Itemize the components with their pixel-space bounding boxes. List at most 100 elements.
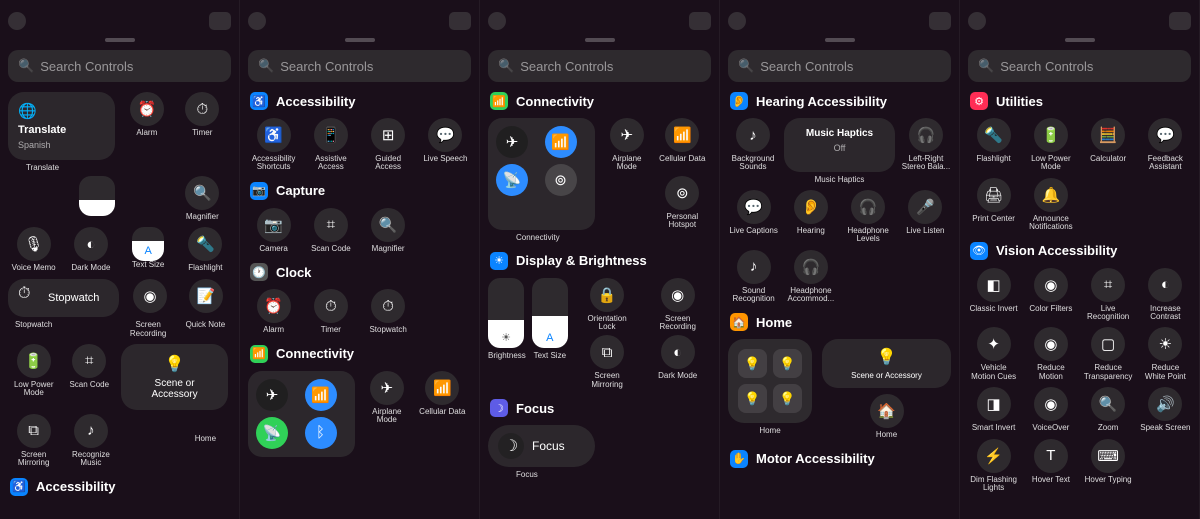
screen-recording-tile[interactable]: ◉Screen Recording <box>644 278 711 332</box>
translate-small: Translate <box>26 163 231 172</box>
text-size-tile[interactable]: AText Size <box>123 227 174 272</box>
speak-screen-tile[interactable]: 🔊Speak Screen <box>1140 387 1191 432</box>
magnifier-tile[interactable]: 🔍Magnifier <box>363 208 414 253</box>
voice-memo-tile[interactable]: 🎙Voice Memo <box>8 227 59 272</box>
screen-record-tile[interactable]: ◉ <box>125 279 175 317</box>
stopwatch-tile[interactable]: ⏱Stopwatch <box>363 289 414 334</box>
focus-pill[interactable]: ☽ Focus <box>488 425 595 467</box>
slider-1[interactable] <box>79 176 115 216</box>
announce-tile[interactable]: 🔔Announce Notifications <box>1025 178 1076 232</box>
screen-mirror-tile[interactable]: ⧉Screen Mirroring <box>8 414 59 468</box>
search-field[interactable]: 🔍Search Controls <box>248 50 471 82</box>
low-power-tile[interactable]: 🔋Low Power Mode <box>8 344 60 410</box>
vision-icon: 👁 <box>970 242 988 260</box>
live-captions-tile[interactable]: 💬Live Captions <box>728 190 779 244</box>
scan-code-tile[interactable]: ⌗Scan Code <box>64 344 116 410</box>
reduce-transparency-tile[interactable]: ▢Reduce Transparency <box>1083 327 1134 381</box>
flashlight-tile[interactable]: 🔦Flashlight <box>968 118 1019 172</box>
reduce-white-point-tile[interactable]: ☀Reduce White Point <box>1140 327 1191 381</box>
cellular-toggle[interactable]: 📶 <box>305 379 337 411</box>
utilities-icon: ⚙ <box>970 92 988 110</box>
guided-access-tile[interactable]: ⊞Guided Access <box>363 118 414 172</box>
translate-card[interactable]: 🌐 Translate Spanish <box>8 92 115 160</box>
search-icon: 🔍 <box>18 58 34 74</box>
assistive-access-tile[interactable]: 📱Assistive Access <box>305 118 356 172</box>
home-grid-tile[interactable]: 💡💡💡💡 <box>728 339 812 423</box>
search-field[interactable]: 🔍 Search Controls <box>8 50 231 82</box>
airdrop-toggle[interactable]: ⊚ <box>545 164 577 196</box>
smart-invert-tile[interactable]: ◨Smart Invert <box>968 387 1019 432</box>
calculator-tile[interactable]: 🧮Calculator <box>1083 118 1134 172</box>
accessibility-icon: ♿ <box>10 478 28 496</box>
feedback-tile[interactable]: 💬Feedback Assistant <box>1140 118 1191 172</box>
grabber[interactable] <box>345 38 375 42</box>
screen-mirroring-tile[interactable]: ⧉Screen Mirroring <box>574 335 641 389</box>
hover-typing-tile[interactable]: ⌨Hover Typing <box>1083 439 1134 493</box>
print-center-tile[interactable]: 🖨Print Center <box>968 178 1019 232</box>
search-icon: 🔍 <box>498 58 514 74</box>
bluetooth-toggle[interactable]: ᛒ <box>305 417 337 449</box>
dark-mode-tile[interactable]: ◐Dark Mode <box>644 335 711 389</box>
hearing-tile[interactable]: 👂Hearing <box>785 190 836 244</box>
live-listen-tile[interactable]: 🎤Live Listen <box>900 190 951 244</box>
headphone-levels-tile[interactable]: 🎧Headphone Levels <box>843 190 894 244</box>
connectivity-cluster[interactable]: ✈ 📶 📡 ᛒ <box>248 371 355 457</box>
quick-note-tile[interactable]: 📝 <box>181 279 231 317</box>
flashlight-tile[interactable]: 🔦Flashlight <box>180 227 231 272</box>
live-recognition-tile[interactable]: ⌗Live Recognition <box>1083 268 1134 322</box>
pill-left[interactable] <box>8 12 26 30</box>
headphone-accommod-tile[interactable]: 🎧Headphone Accommod... <box>785 250 836 304</box>
cellular-data-tile[interactable]: 📶Cellular Data <box>417 371 469 457</box>
zoom-tile[interactable]: 🔍Zoom <box>1083 387 1134 432</box>
scene-card[interactable]: 💡 Scene or Accessory <box>121 344 228 410</box>
grabber[interactable] <box>585 38 615 42</box>
recognize-music-tile[interactable]: ♪Recognize Music <box>65 414 116 468</box>
live-speech-tile[interactable]: 💬Live Speech <box>420 118 471 172</box>
classic-invert-tile[interactable]: ◧Classic Invert <box>968 268 1019 322</box>
stopwatch-card[interactable]: ⏱ Stopwatch <box>8 279 119 317</box>
cellular-toggle[interactable]: 📶 <box>545 126 577 158</box>
grabber[interactable] <box>105 38 135 42</box>
accessibility-shortcuts-tile[interactable]: ♿Accessibility Shortcuts <box>248 118 299 172</box>
search-field[interactable]: 🔍Search Controls <box>488 50 711 82</box>
home-tile[interactable]: 🏠Home <box>822 394 951 439</box>
vehicle-motion-tile[interactable]: ✦Vehicle Motion Cues <box>968 327 1019 381</box>
orientation-lock-tile[interactable]: 🔒Orientation Lock <box>574 278 641 332</box>
alarm-tile[interactable]: ⏰Alarm <box>248 289 299 334</box>
brightness-slider[interactable]: ☀ <box>488 278 524 348</box>
dim-flashing-tile[interactable]: ⚡Dim Flashing Lights <box>968 439 1019 493</box>
hotspot-tile[interactable]: ⊚Personal Hotspot <box>657 176 709 230</box>
magnifier-tile[interactable]: 🔍Magnifier <box>177 176 229 221</box>
dark-mode-tile[interactable]: ◐Dark Mode <box>65 227 116 272</box>
reduce-motion-tile[interactable]: ◉Reduce Motion <box>1025 327 1076 381</box>
grabber[interactable] <box>1065 38 1095 42</box>
music-haptics-card[interactable]: Music Haptics Off <box>784 118 895 172</box>
text-size-slider[interactable]: A <box>532 278 568 348</box>
airplane-toggle[interactable]: ✈ <box>496 126 528 158</box>
airplane-mode-tile[interactable]: ✈Airplane Mode <box>601 118 653 172</box>
scan-code-tile[interactable]: ⌗Scan Code <box>305 208 356 253</box>
wifi-toggle[interactable]: 📡 <box>256 417 288 449</box>
increase-contrast-tile[interactable]: ◐Increase Contrast <box>1140 268 1191 322</box>
hover-text-tile[interactable]: THover Text <box>1025 439 1076 493</box>
background-sounds-tile[interactable]: ♪Background Sounds <box>728 118 778 172</box>
connectivity-cluster[interactable]: ✈ 📶 📡 ⊚ <box>488 118 595 230</box>
search-field[interactable]: 🔍Search Controls <box>728 50 951 82</box>
alarm-tile[interactable]: ⏰Alarm <box>121 92 173 160</box>
airplane-mode-tile[interactable]: ✈Airplane Mode <box>361 371 413 457</box>
voiceover-tile[interactable]: ◉VoiceOver <box>1025 387 1076 432</box>
scene-accessory-card[interactable]: 💡 Scene or Accessory <box>822 339 951 388</box>
search-field[interactable]: 🔍Search Controls <box>968 50 1191 82</box>
low-power-tile[interactable]: 🔋Low Power Mode <box>1025 118 1076 172</box>
stereo-balance-tile[interactable]: 🎧Left-Right Stereo Bala... <box>901 118 951 172</box>
timer-tile[interactable]: ⏱Timer <box>305 289 356 334</box>
sound-recognition-tile[interactable]: ♪Sound Recognition <box>728 250 779 304</box>
pill-right[interactable] <box>209 12 231 30</box>
cellular-data-tile[interactable]: 📶Cellular Data <box>657 118 709 172</box>
airplane-toggle[interactable]: ✈ <box>256 379 288 411</box>
camera-tile[interactable]: 📷Camera <box>248 208 299 253</box>
color-filters-tile[interactable]: ◉Color Filters <box>1025 268 1076 322</box>
timer-tile[interactable]: ⏱Timer <box>177 92 229 160</box>
wifi-toggle[interactable]: 📡 <box>496 164 528 196</box>
grabber[interactable] <box>825 38 855 42</box>
